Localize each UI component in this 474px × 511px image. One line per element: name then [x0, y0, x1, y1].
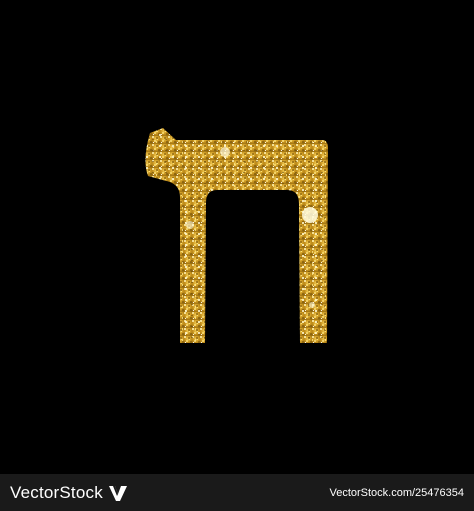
image-credit[interactable]: VectorStock.com/25476354 — [329, 487, 464, 499]
vectorstock-logo-icon — [108, 485, 127, 501]
brand[interactable]: VectorStock — [10, 482, 129, 504]
footer-bar: VectorStock VectorStock.com/25476354 — [0, 474, 474, 511]
artwork-canvas — [0, 0, 474, 474]
hebrew-letter-chet-icon — [145, 128, 328, 343]
brand-name: VectorStock — [10, 482, 103, 502]
